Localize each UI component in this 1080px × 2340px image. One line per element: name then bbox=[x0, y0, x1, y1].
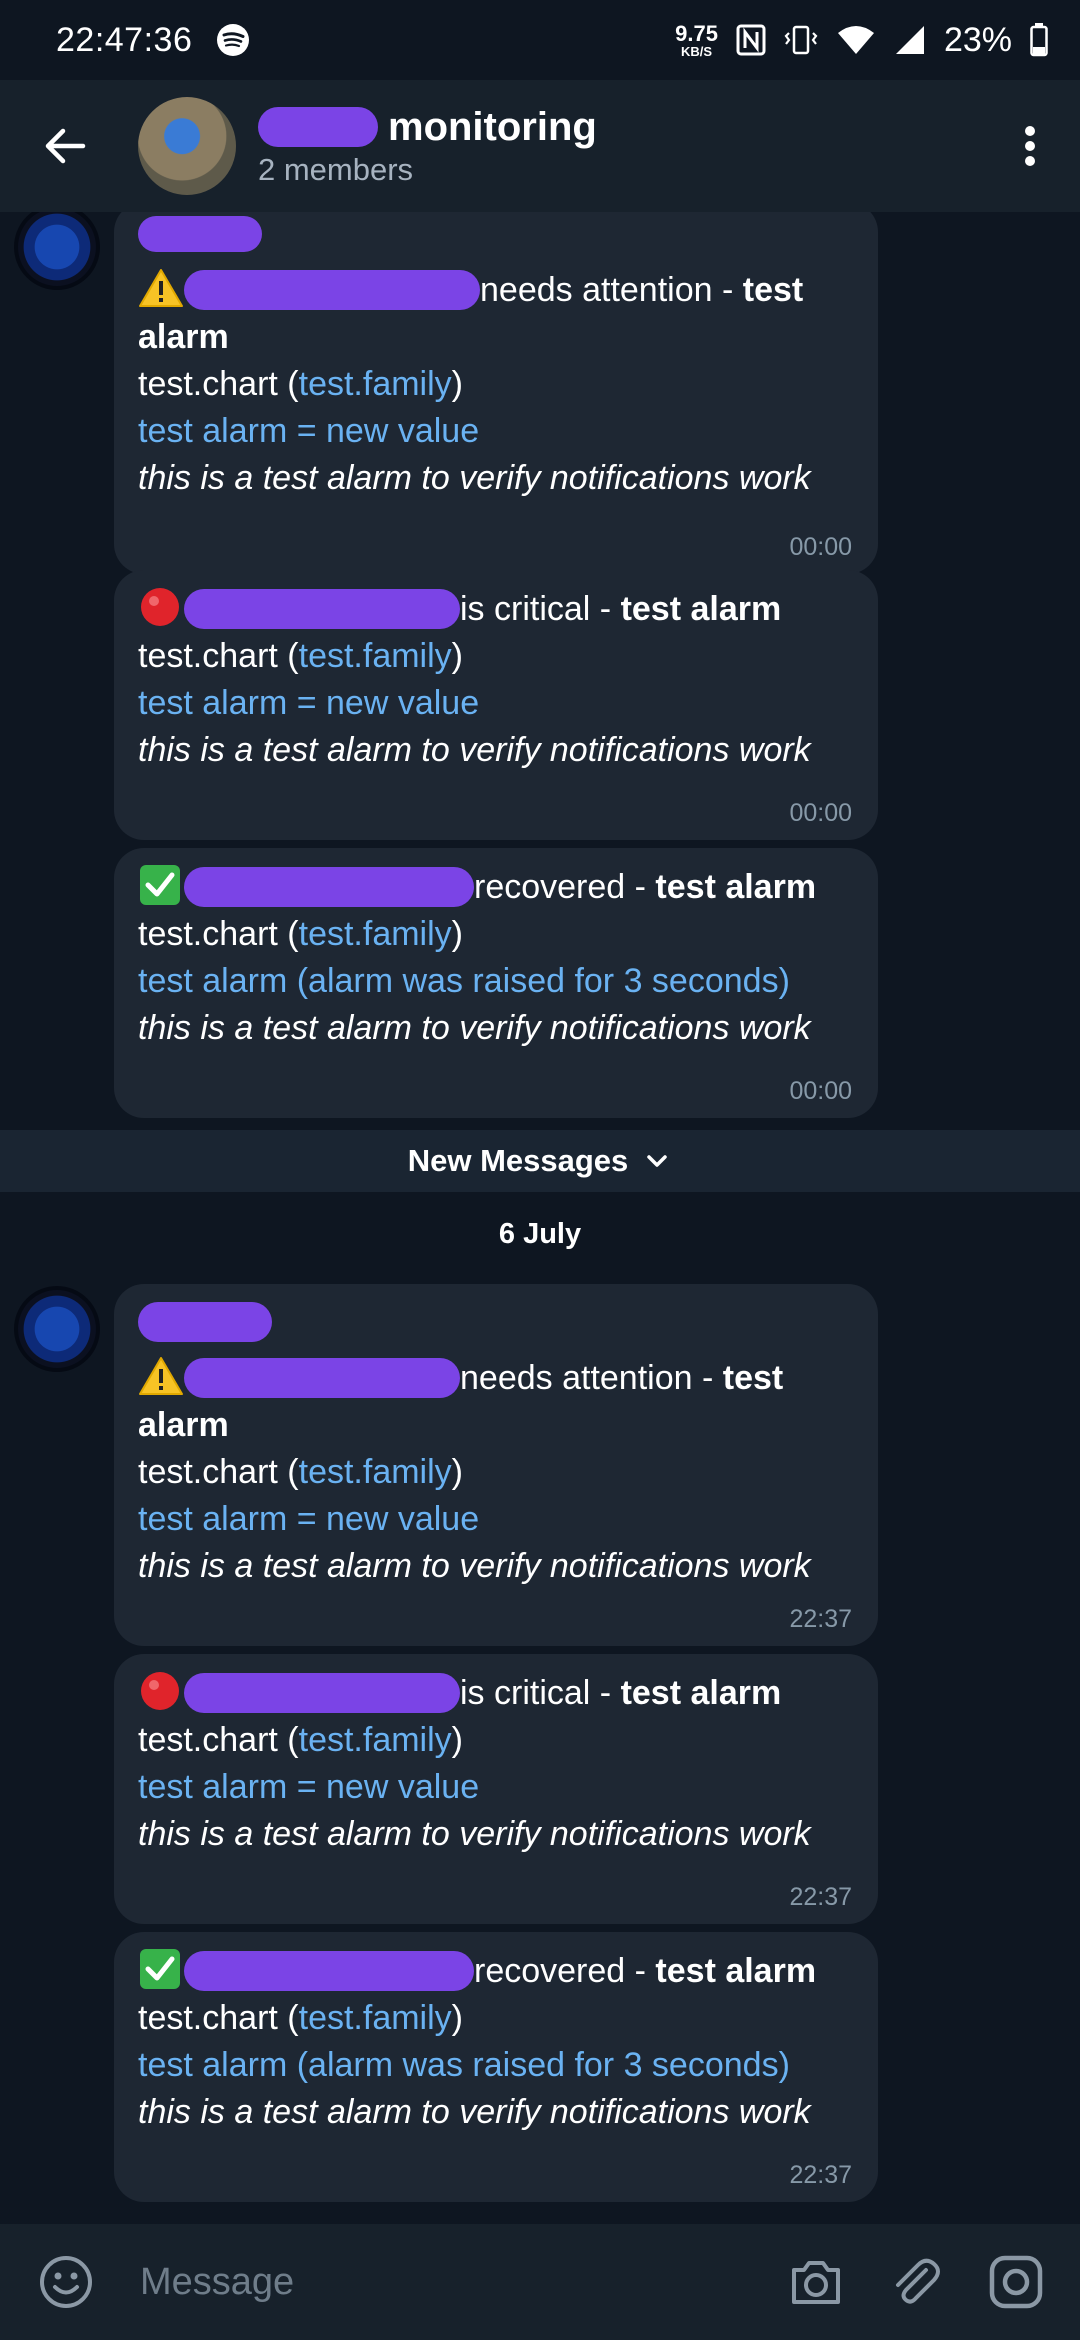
message-time: 22:37 bbox=[789, 2161, 852, 2189]
family-link[interactable]: test.family bbox=[299, 365, 452, 403]
status-bar: 22:47:36 9.75 KB/S 23% bbox=[0, 0, 1080, 80]
message-time: 00:00 bbox=[789, 533, 852, 561]
message-time: 00:00 bbox=[789, 1077, 852, 1105]
back-button[interactable] bbox=[30, 111, 100, 181]
warning-icon bbox=[139, 1357, 183, 1395]
redacted-host bbox=[184, 589, 460, 629]
message-time: 22:37 bbox=[789, 1883, 852, 1911]
family-link[interactable]: test.family bbox=[299, 1721, 452, 1759]
group-avatar[interactable] bbox=[138, 97, 236, 195]
message-composer bbox=[0, 2224, 1080, 2340]
battery-percent: 23% bbox=[943, 20, 1012, 59]
wifi-icon bbox=[837, 26, 874, 54]
message-bubble[interactable]: recovered - test alarm test.chart (test.… bbox=[114, 1932, 878, 2202]
redacted-sender bbox=[138, 216, 262, 252]
message-bubble[interactable]: needs attention - test alarm test.chart … bbox=[114, 212, 878, 574]
value-link[interactable]: test alarm = new value bbox=[138, 680, 854, 727]
message-time: 22:37 bbox=[789, 1605, 852, 1633]
message-time: 00:00 bbox=[789, 799, 852, 827]
family-link[interactable]: test.family bbox=[299, 637, 452, 675]
sender-avatar[interactable] bbox=[14, 212, 100, 290]
nfc-icon bbox=[736, 24, 766, 56]
message-input[interactable] bbox=[138, 2259, 702, 2305]
family-link[interactable]: test.family bbox=[299, 1453, 452, 1491]
family-link[interactable]: test.family bbox=[299, 1999, 452, 2037]
warning-icon bbox=[139, 269, 183, 307]
message-bubble[interactable]: is critical - test alarm test.chart (tes… bbox=[114, 1654, 878, 1924]
spotify-icon bbox=[217, 24, 250, 56]
redacted-host bbox=[184, 1358, 460, 1398]
message-list[interactable]: needs attention - test alarm test.chart … bbox=[0, 212, 1080, 2224]
paperclip-icon[interactable] bbox=[886, 2252, 946, 2312]
message-bubble[interactable]: is critical - test alarm test.chart (tes… bbox=[114, 570, 878, 840]
redacted-sender bbox=[138, 1302, 272, 1342]
instagram-icon[interactable] bbox=[986, 2252, 1046, 2312]
redacted-host bbox=[184, 270, 480, 310]
signal-icon bbox=[895, 26, 924, 54]
member-count: 2 members bbox=[258, 151, 414, 187]
chat-title: monitoring bbox=[388, 104, 597, 149]
value-link[interactable]: test alarm = new value bbox=[138, 1496, 854, 1543]
message-bubble[interactable]: needs attention - test alarm test.chart … bbox=[114, 1284, 878, 1646]
red-circle-icon bbox=[141, 588, 179, 626]
emoji-smile-icon[interactable] bbox=[38, 2254, 94, 2310]
value-link[interactable]: test alarm (alarm was raised for 3 secon… bbox=[138, 2042, 854, 2089]
vibrate-icon bbox=[784, 25, 818, 55]
network-speed: 9.75 KB/S bbox=[675, 20, 718, 59]
value-link[interactable]: test alarm = new value bbox=[138, 408, 854, 455]
kebab-menu-icon bbox=[1025, 126, 1035, 166]
message-bubble[interactable]: recovered - test alarm test.chart (test.… bbox=[114, 848, 878, 1118]
check-mark-icon bbox=[140, 865, 180, 905]
redacted-host bbox=[184, 1951, 474, 1991]
arrow-left-icon bbox=[45, 128, 86, 164]
battery-icon bbox=[1030, 23, 1048, 57]
sender-avatar[interactable] bbox=[14, 1286, 100, 1372]
status-time: 22:47:36 bbox=[56, 20, 193, 59]
redacted-host bbox=[184, 1673, 460, 1713]
date-separator: 6 July bbox=[498, 1218, 582, 1250]
check-mark-icon bbox=[140, 1949, 180, 1989]
red-circle-icon bbox=[141, 1672, 179, 1710]
header-info[interactable]: monitoring 2 members bbox=[258, 105, 597, 188]
chevron-down-icon bbox=[647, 1155, 668, 1167]
chat-header: monitoring 2 members bbox=[0, 80, 1080, 212]
redacted-name bbox=[258, 107, 378, 147]
more-options-button[interactable] bbox=[1010, 111, 1050, 181]
redacted-host bbox=[184, 867, 474, 907]
value-link[interactable]: test alarm = new value bbox=[138, 1764, 854, 1811]
new-messages-banner[interactable]: New Messages bbox=[0, 1130, 1080, 1192]
family-link[interactable]: test.family bbox=[299, 915, 452, 953]
value-link[interactable]: test alarm (alarm was raised for 3 secon… bbox=[138, 958, 854, 1005]
camera-icon[interactable] bbox=[786, 2252, 846, 2312]
